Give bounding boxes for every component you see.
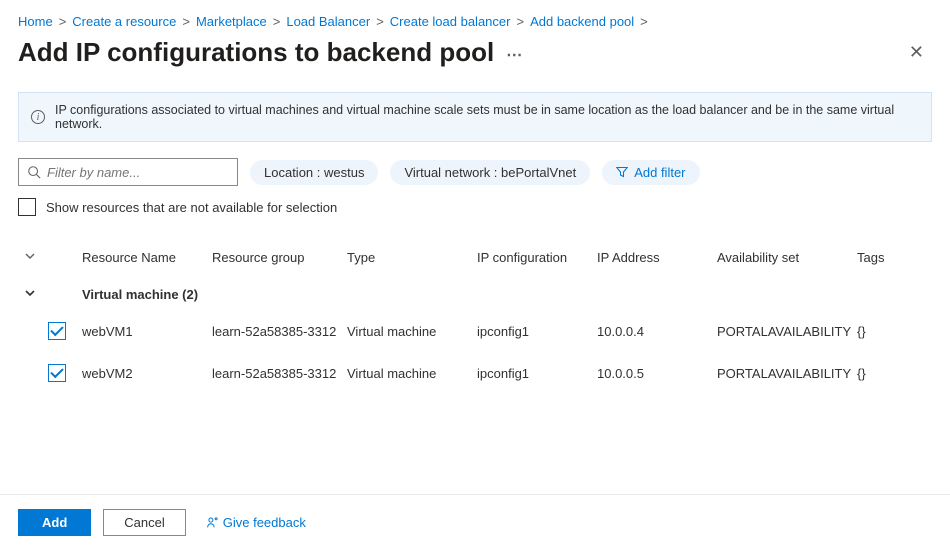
cell-ip-config: ipconfig1	[477, 366, 597, 381]
group-row-virtual-machine[interactable]: Virtual machine (2)	[18, 273, 932, 310]
filter-search-box[interactable]	[18, 158, 238, 186]
cell-ip-address: 10.0.0.4	[597, 324, 717, 339]
info-icon: i	[31, 110, 45, 124]
cell-resource-name: webVM1	[82, 324, 212, 339]
show-unavailable-checkbox[interactable]	[18, 198, 36, 216]
footer: Add Cancel Give feedback	[0, 494, 950, 550]
column-type[interactable]: Type	[347, 250, 477, 265]
chevron-down-icon	[24, 287, 36, 299]
filter-pill-location[interactable]: Location : westus	[250, 160, 378, 185]
info-banner-text: IP configurations associated to virtual …	[55, 103, 919, 131]
feedback-icon	[206, 516, 219, 529]
give-feedback-link[interactable]: Give feedback	[206, 515, 306, 530]
cancel-button[interactable]: Cancel	[103, 509, 185, 536]
show-unavailable-label: Show resources that are not available fo…	[46, 200, 337, 215]
column-expand[interactable]	[18, 250, 48, 265]
filter-pill-vnet[interactable]: Virtual network : bePortalVnet	[390, 160, 590, 185]
add-button[interactable]: Add	[18, 509, 91, 536]
chevron-right-icon: >	[182, 14, 190, 29]
search-icon	[27, 165, 41, 179]
column-tags[interactable]: Tags	[857, 250, 897, 265]
column-resource-group[interactable]: Resource group	[212, 250, 347, 265]
give-feedback-label: Give feedback	[223, 515, 306, 530]
filter-row: Location : westus Virtual network : bePo…	[18, 158, 932, 186]
cell-ip-config: ipconfig1	[477, 324, 597, 339]
cell-tags: {}	[857, 324, 897, 339]
group-label: Virtual machine (2)	[82, 287, 198, 302]
cell-resource-name: webVM2	[82, 366, 212, 381]
column-ip-config[interactable]: IP configuration	[477, 250, 597, 265]
column-availability[interactable]: Availability set	[717, 250, 857, 265]
table-row[interactable]: webVM2 learn-52a58385-3312 Virtual machi…	[18, 352, 932, 394]
cell-type: Virtual machine	[347, 324, 477, 339]
filter-pill-add[interactable]: Add filter	[602, 160, 699, 185]
breadcrumb-create-resource[interactable]: Create a resource	[72, 14, 176, 29]
filter-pill-vnet-label: Virtual network : bePortalVnet	[404, 165, 576, 180]
breadcrumb-create-load-balancer[interactable]: Create load balancer	[390, 14, 511, 29]
show-unavailable-row: Show resources that are not available fo…	[18, 198, 932, 216]
breadcrumb: Home > Create a resource > Marketplace >…	[18, 14, 932, 29]
filter-pill-location-label: Location : westus	[264, 165, 364, 180]
cell-availability: PORTALAVAILABILITY	[717, 366, 857, 381]
row-checkbox[interactable]	[48, 322, 66, 340]
breadcrumb-load-balancer[interactable]: Load Balancer	[286, 14, 370, 29]
chevron-right-icon: >	[640, 14, 648, 29]
breadcrumb-home[interactable]: Home	[18, 14, 53, 29]
cell-type: Virtual machine	[347, 366, 477, 381]
cell-ip-address: 10.0.0.5	[597, 366, 717, 381]
filter-pill-add-label: Add filter	[634, 165, 685, 180]
column-ip-address[interactable]: IP Address	[597, 250, 717, 265]
chevron-right-icon: >	[273, 14, 281, 29]
title-text: Add IP configurations to backend pool	[18, 37, 494, 68]
chevron-right-icon: >	[516, 14, 524, 29]
breadcrumb-marketplace[interactable]: Marketplace	[196, 14, 267, 29]
title-row: Add IP configurations to backend pool ⋯ …	[18, 37, 932, 68]
cell-resource-group: learn-52a58385-3312	[212, 324, 347, 339]
chevron-right-icon: >	[59, 14, 67, 29]
breadcrumb-add-backend-pool[interactable]: Add backend pool	[530, 14, 634, 29]
info-banner: i IP configurations associated to virtua…	[18, 92, 932, 142]
cell-tags: {}	[857, 366, 897, 381]
cell-availability: PORTALAVAILABILITY	[717, 324, 857, 339]
chevron-right-icon: >	[376, 14, 384, 29]
more-options-icon[interactable]: ⋯	[506, 45, 522, 65]
close-icon: ✕	[909, 42, 924, 62]
page-title: Add IP configurations to backend pool ⋯	[18, 37, 522, 68]
filter-name-input[interactable]	[47, 165, 229, 180]
chevron-down-icon	[24, 250, 36, 262]
close-button[interactable]: ✕	[901, 38, 932, 67]
filter-icon	[616, 166, 628, 178]
column-resource-name[interactable]: Resource Name	[82, 250, 212, 265]
table-row[interactable]: webVM1 learn-52a58385-3312 Virtual machi…	[18, 310, 932, 352]
cell-resource-group: learn-52a58385-3312	[212, 366, 347, 381]
table-header: Resource Name Resource group Type IP con…	[18, 242, 932, 273]
row-checkbox[interactable]	[48, 364, 66, 382]
